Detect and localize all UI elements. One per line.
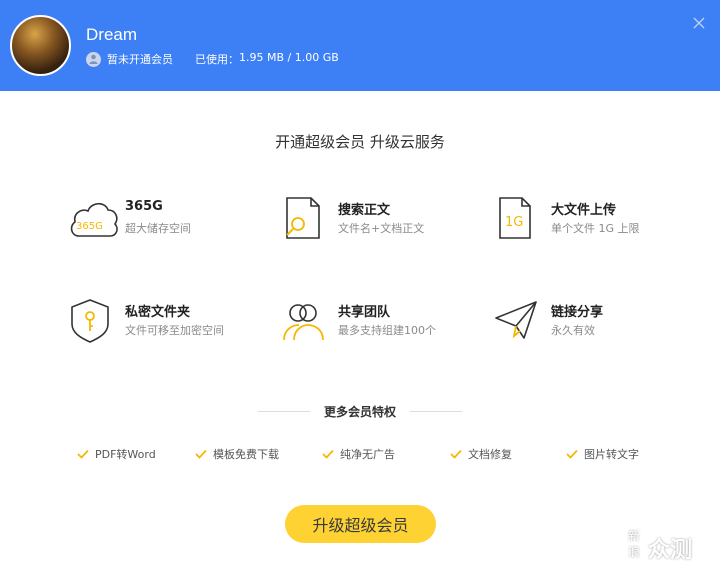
storage-usage: 已使用： 1.95 MB / 1.00 GB xyxy=(195,51,339,67)
check-icon xyxy=(77,449,89,459)
feature-desc: 永久有效 xyxy=(551,324,595,337)
file-icon-text: 1G xyxy=(505,215,523,230)
usage-label: 已使用： xyxy=(195,53,239,66)
check-icon xyxy=(322,449,334,459)
feature-large-upload: 1G 大文件上传 单个文件 1G 上限 xyxy=(494,196,704,246)
watermark-text: 众测 xyxy=(648,538,693,563)
check-icon xyxy=(195,449,207,459)
feature-storage: 365G 365G 超大储存空间 xyxy=(68,196,278,246)
perk-item: PDF转Word xyxy=(77,446,156,462)
cloud-icon-text: 365G xyxy=(76,221,103,232)
feature-private-folder: 私密文件夹 文件可移至加密空间 xyxy=(68,298,278,348)
membership-row: 暂未开通会员 已使用： 1.95 MB / 1.00 GB xyxy=(86,51,339,67)
feature-title: 搜索正文 xyxy=(338,203,391,218)
watermark: 新浪 众测 xyxy=(628,526,716,566)
avatar[interactable] xyxy=(10,15,71,76)
feature-team: 共享团队 最多支持组建100个 xyxy=(281,298,491,348)
feature-desc: 超大储存空间 xyxy=(125,222,191,235)
perk-item: 文档修复 xyxy=(450,446,512,462)
team-icon xyxy=(281,298,333,348)
perk-label: PDF转Word xyxy=(95,448,156,461)
membership-status: 暂未开通会员 xyxy=(107,53,173,66)
feature-desc: 最多支持组建100个 xyxy=(338,324,436,337)
feature-desc: 单个文件 1G 上限 xyxy=(551,222,640,235)
document-search-icon xyxy=(281,196,333,246)
perk-label: 图片转文字 xyxy=(584,448,639,461)
feature-link-share: 链接分享 永久有效 xyxy=(494,298,704,348)
shield-key-icon xyxy=(68,298,120,348)
member-header: Dream 暂未开通会员 已使用： 1.95 MB / 1.00 GB xyxy=(0,0,720,91)
perk-item: 模板免费下载 xyxy=(195,446,279,462)
file-upload-icon: 1G xyxy=(494,196,546,246)
cloud-storage-icon: 365G xyxy=(68,196,120,246)
close-icon[interactable] xyxy=(690,14,708,32)
perk-label: 模板免费下载 xyxy=(213,448,279,461)
feature-title: 私密文件夹 xyxy=(125,305,191,320)
page-title: 开通超级会员 升级云服务 xyxy=(275,133,445,151)
check-icon xyxy=(450,449,462,459)
perk-label: 文档修复 xyxy=(468,448,512,461)
username: Dream xyxy=(86,25,138,44)
perk-item: 图片转文字 xyxy=(566,446,639,462)
more-perks-divider: 更多会员特权 xyxy=(0,402,720,420)
feature-search: 搜索正文 文件名+文档正文 xyxy=(281,196,491,246)
paper-plane-icon xyxy=(494,298,546,348)
upgrade-button[interactable]: 升级超级会员 xyxy=(285,505,436,543)
more-perks-title: 更多会员特权 xyxy=(323,405,396,419)
feature-title: 大文件上传 xyxy=(551,203,617,218)
feature-title: 365G xyxy=(125,199,163,214)
feature-title: 链接分享 xyxy=(551,305,604,320)
perk-label: 纯净无广告 xyxy=(340,448,395,461)
feature-desc: 文件可移至加密空间 xyxy=(125,324,224,337)
watermark-logo: 新浪 xyxy=(628,529,641,559)
perk-item: 纯净无广告 xyxy=(322,446,395,462)
divider-line-right xyxy=(410,411,462,412)
member-badge-icon xyxy=(86,51,101,67)
feature-title: 共享团队 xyxy=(338,305,391,320)
usage-value: 1.95 MB / 1.00 GB xyxy=(239,51,339,64)
feature-desc: 文件名+文档正文 xyxy=(338,222,425,235)
check-icon xyxy=(566,449,578,459)
